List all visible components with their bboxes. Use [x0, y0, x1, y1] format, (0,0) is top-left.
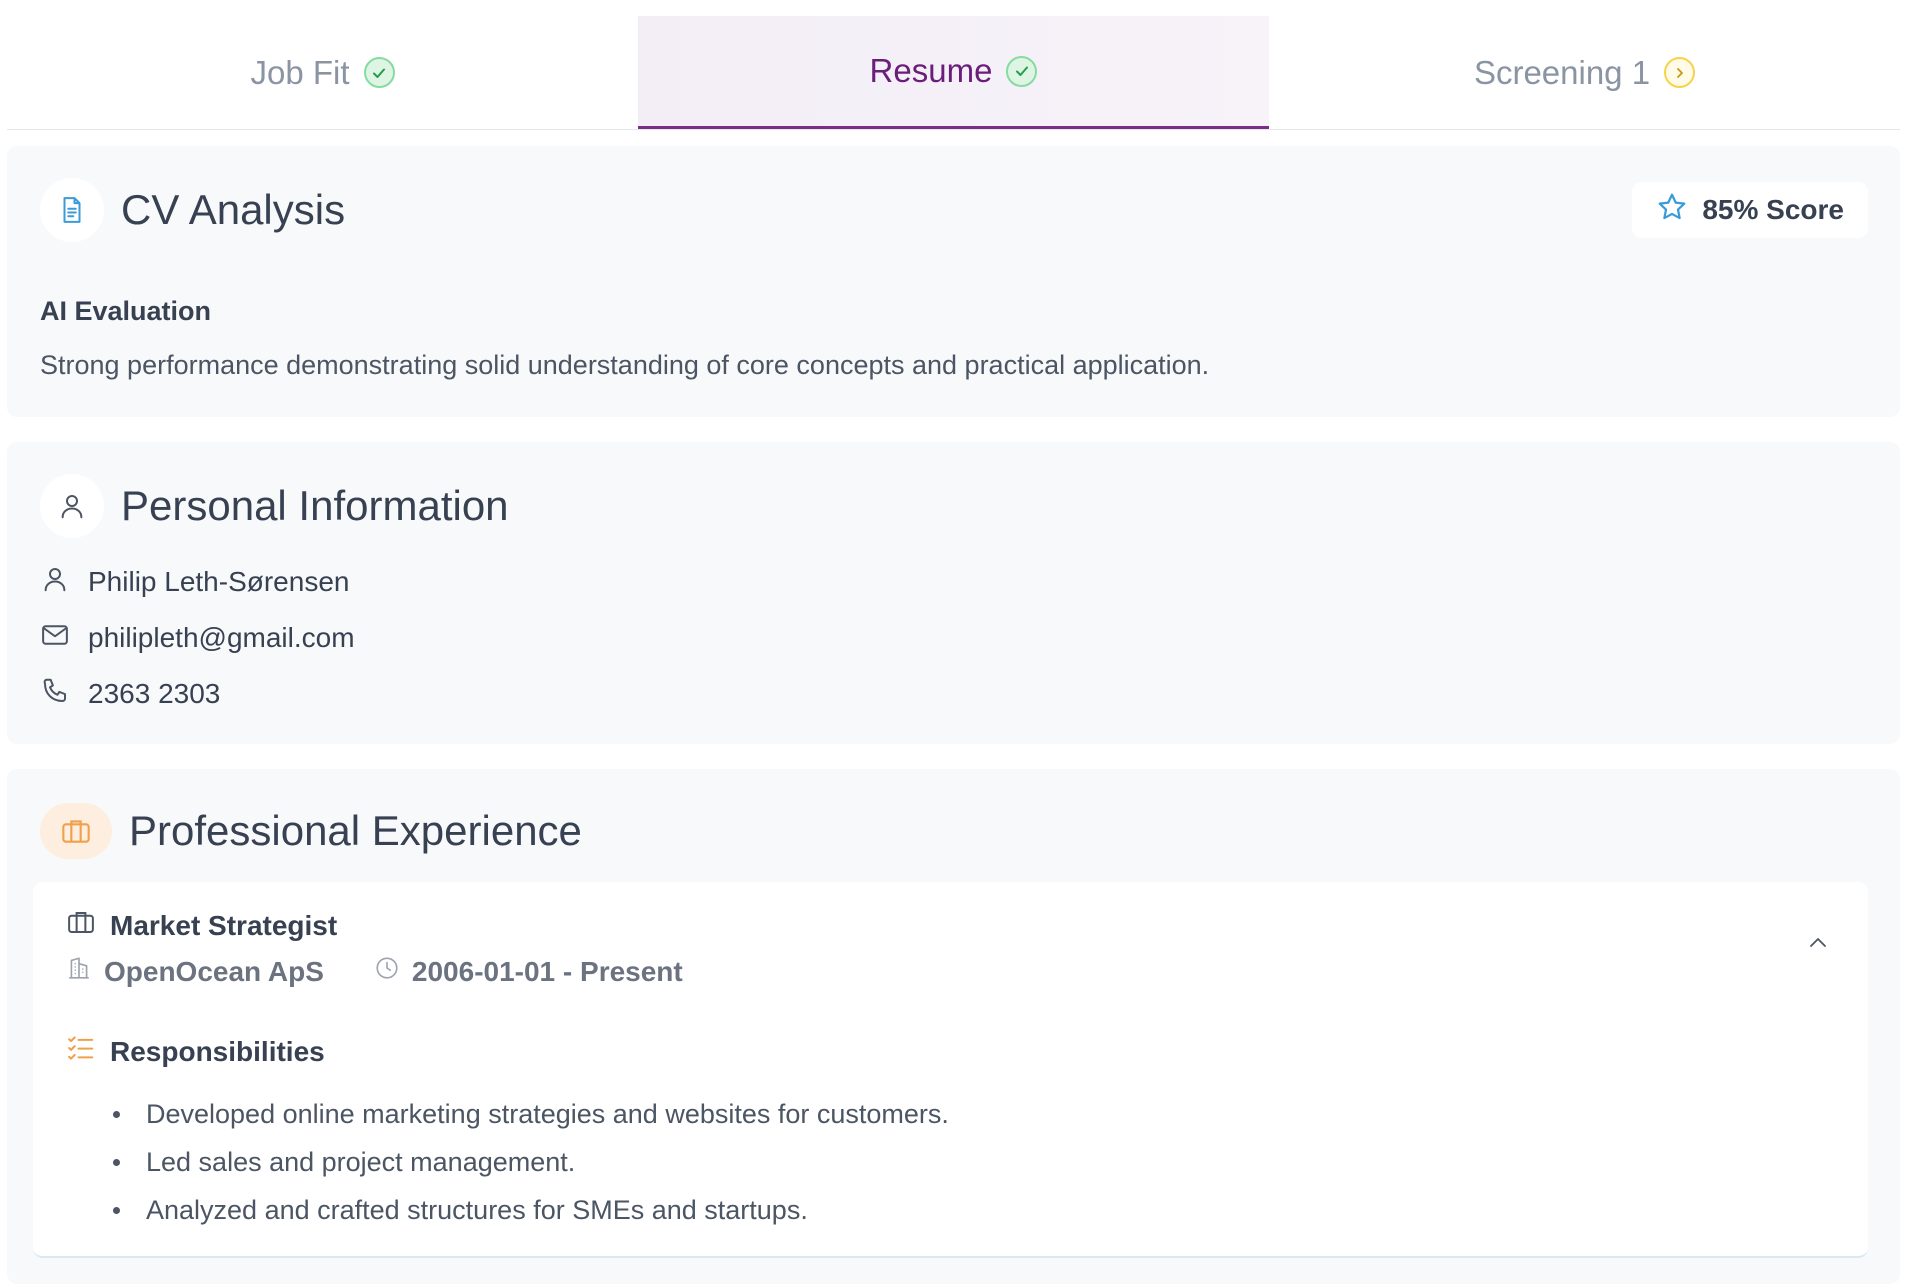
check-icon — [1006, 55, 1038, 87]
chevron-right-icon — [1664, 57, 1696, 88]
document-icon — [40, 178, 104, 242]
list-item: Led sales and project management. — [113, 1138, 949, 1186]
experience-role: Market Strategist — [66, 907, 337, 944]
card-header: CV Analysis — [40, 178, 345, 242]
phone-icon — [40, 676, 70, 713]
responsibility-text: Analyzed and crafted structures for SMEs… — [146, 1194, 808, 1225]
check-icon — [363, 57, 395, 88]
briefcase-icon — [40, 803, 112, 859]
clock-icon — [374, 955, 400, 988]
responsibilities-list: Developed online marketing strategies an… — [113, 1090, 949, 1234]
building-icon — [66, 955, 92, 988]
score-label: 85% Score — [1702, 194, 1844, 225]
card-title: Professional Experience — [129, 807, 582, 854]
card-title: CV Analysis — [121, 186, 346, 233]
responsibility-text: Developed online marketing strategies an… — [146, 1098, 949, 1129]
role-title: Market Strategist — [110, 909, 338, 941]
candidate-phone[interactable]: 2363 2303 — [88, 678, 220, 710]
step-tabs: Job Fit Resume Screening 1 — [7, 16, 1900, 130]
experience-meta: OpenOcean ApS 2006-01-01 - Present — [66, 955, 683, 988]
company-name: OpenOcean ApS — [104, 955, 324, 987]
contact-list: Philip Leth-Sørensen philipleth@gmail.co… — [40, 554, 355, 722]
personal-information-card: Personal Information Philip Leth-Sørense… — [7, 442, 1900, 744]
list-check-icon — [66, 1033, 96, 1070]
chevron-up-icon[interactable] — [1803, 928, 1833, 958]
experience-item: Market Strategist OpenOcean ApS 2006-01-… — [33, 882, 1868, 1258]
tab-label: Job Fit — [250, 53, 350, 91]
star-icon — [1656, 191, 1688, 230]
tab-resume[interactable]: Resume — [638, 16, 1269, 129]
contact-name-row: Philip Leth-Sørensen — [40, 554, 355, 610]
card-title: Personal Information — [121, 482, 509, 529]
responsibilities-heading: Responsibilities — [66, 1033, 325, 1070]
ai-evaluation-text: Strong performance demonstrating solid u… — [40, 350, 1210, 380]
cv-analysis-card: CV Analysis 85% Score AI Evaluation Stro… — [7, 146, 1900, 417]
ai-evaluation-heading: AI Evaluation — [40, 296, 212, 326]
user-icon — [40, 474, 104, 538]
responsibility-text: Led sales and project management. — [146, 1146, 576, 1177]
card-header: Professional Experience — [40, 803, 582, 859]
candidate-name: Philip Leth-Sørensen — [88, 566, 350, 597]
tab-job-fit[interactable]: Job Fit — [7, 16, 638, 129]
briefcase-icon — [66, 907, 96, 944]
candidate-email[interactable]: philipleth@gmail.com — [88, 622, 355, 654]
tab-label: Screening 1 — [1473, 53, 1651, 91]
responsibilities-label: Responsibilities — [110, 1035, 325, 1067]
tab-screening-1[interactable]: Screening 1 — [1269, 16, 1900, 129]
list-item: Developed online marketing strategies an… — [113, 1090, 949, 1138]
card-header: Personal Information — [40, 474, 509, 538]
contact-email-row: philipleth@gmail.com — [40, 610, 355, 666]
score-badge: 85% Score — [1632, 182, 1868, 238]
tab-label: Resume — [869, 52, 993, 89]
contact-phone-row: 2363 2303 — [40, 666, 355, 722]
user-icon — [40, 564, 70, 601]
employment-period: 2006-01-01 - Present — [411, 955, 683, 987]
mail-icon — [40, 620, 70, 657]
list-item: Analyzed and crafted structures for SMEs… — [113, 1186, 949, 1234]
